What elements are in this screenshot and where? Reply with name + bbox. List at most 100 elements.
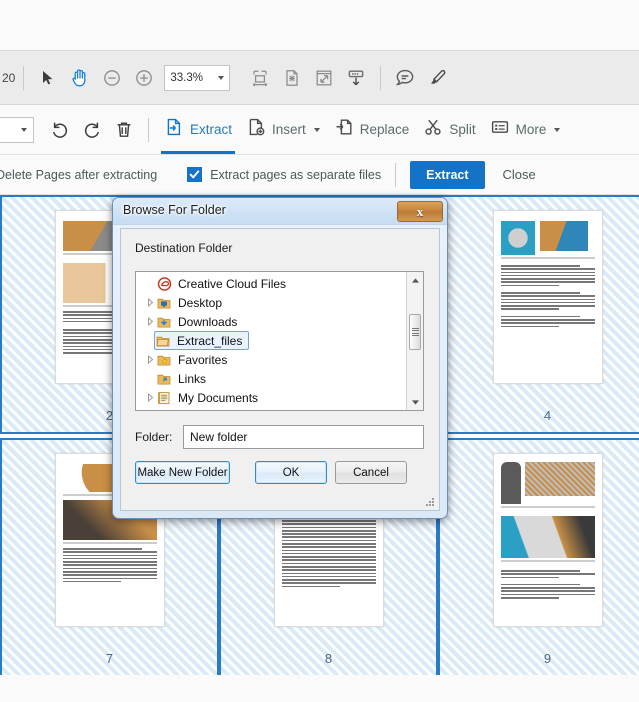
toolbar-divider-3 — [148, 117, 149, 142]
tree-item-links[interactable]: Links — [136, 369, 405, 388]
page-tool-replace[interactable]: Replace — [327, 106, 417, 154]
toolbar-divider-4 — [395, 162, 397, 187]
tree-item-label: Creative Cloud Files — [178, 276, 287, 291]
full-screen-icon[interactable] — [308, 62, 340, 94]
scroll-mode-icon[interactable] — [340, 62, 372, 94]
page-number-label: 9 — [543, 651, 552, 666]
more-list-icon — [490, 117, 510, 142]
page-tool-extract[interactable]: Extract — [157, 106, 239, 154]
page-tool-label: Insert — [272, 122, 306, 137]
folder-tree-scrollbar[interactable] — [406, 272, 423, 410]
destination-folder-label: Destination Folder — [135, 241, 233, 255]
zoom-out-icon[interactable] — [96, 62, 128, 94]
documents-folder-icon — [156, 390, 173, 405]
scissors-icon — [423, 117, 443, 142]
dialog-body: Destination Folder Creative Cloud Files — [120, 228, 440, 511]
page-tool-split[interactable]: Split — [416, 106, 482, 154]
tree-item-desktop[interactable]: Desktop — [136, 293, 405, 312]
separate-files-label: Extract pages as separate files — [210, 167, 382, 182]
separate-files-checkbox[interactable] — [187, 167, 203, 182]
tree-item-selection: Extract_files — [154, 331, 250, 350]
page-thumbnail[interactable]: 4 — [438, 195, 639, 434]
tree-item-my-documents[interactable]: My Documents — [136, 388, 405, 407]
tree-item-label: Downloads — [178, 314, 238, 329]
view-toolbar: 20 33.3% — [0, 51, 639, 105]
chevron-down-icon — [313, 127, 320, 132]
make-new-folder-button[interactable]: Make New Folder — [135, 461, 230, 484]
rotate-cw-icon[interactable] — [76, 114, 108, 146]
folder-name-row: Folder: — [135, 425, 424, 449]
page-preview — [492, 210, 603, 384]
dialog-title-bar[interactable]: Browse For Folder x — [113, 198, 447, 225]
delete-pages-after-extracting-label[interactable]: Delete Pages after extracting — [0, 168, 157, 182]
page-tool-insert[interactable]: Insert — [239, 106, 327, 154]
page-tool-label: Split — [449, 122, 476, 137]
page-tools-toolbar: Extract Insert Replace Split More — [0, 105, 639, 155]
chevron-down-icon — [554, 127, 561, 132]
folder-field-label: Folder: — [135, 430, 173, 444]
page-tool-label: More — [515, 122, 547, 137]
chevron-right-icon[interactable] — [144, 355, 156, 364]
folder-tree[interactable]: Creative Cloud Files Desktop Downloads E… — [135, 271, 424, 411]
zoom-level-select[interactable]: 33.3% — [164, 64, 231, 91]
folder-tree-list: Creative Cloud Files Desktop Downloads E… — [136, 274, 405, 407]
hand-tool-icon[interactable] — [64, 62, 96, 94]
page-tool-more[interactable]: More — [483, 106, 568, 154]
chevron-down-icon — [21, 127, 27, 132]
chevron-right-icon[interactable] — [144, 298, 156, 307]
insert-icon — [246, 117, 266, 142]
acrobat-page-organizer: 20 33.3% Extract Insert Replace Split Mo… — [0, 0, 639, 702]
zoom-level-value: 33.3% — [170, 71, 203, 84]
tree-item-label: My Documents — [178, 390, 259, 405]
extract-icon — [164, 117, 184, 142]
desktop-folder-icon — [156, 295, 173, 310]
page-tool-label: Replace — [359, 122, 410, 137]
tree-item-downloads[interactable]: Downloads — [136, 312, 405, 331]
extract-button[interactable]: Extract — [410, 160, 485, 189]
downloads-folder-icon — [156, 314, 173, 329]
page-tool-label: Extract — [190, 122, 233, 137]
dialog-button-row: Make New Folder OK Cancel — [135, 461, 424, 484]
select-tool-icon[interactable] — [32, 62, 64, 94]
dialog-title: Browse For Folder — [123, 203, 226, 217]
page-number-label: 7 — [105, 651, 114, 666]
highlight-icon[interactable] — [421, 62, 453, 94]
page-number-label: 4 — [543, 408, 552, 423]
chevron-down-icon — [218, 75, 225, 80]
trash-icon[interactable] — [108, 114, 140, 146]
chevron-right-icon[interactable] — [144, 393, 156, 402]
tree-item-creative-cloud-files[interactable]: Creative Cloud Files — [136, 274, 405, 293]
page-range-select[interactable] — [0, 116, 34, 143]
tree-item-label: Links — [178, 371, 207, 386]
page-number-fragment: 20 — [2, 70, 16, 85]
folder-name-input[interactable] — [183, 425, 424, 449]
tree-item-extract-files[interactable]: Extract_files — [136, 331, 405, 350]
page-number-label: 8 — [324, 651, 333, 666]
tree-item-favorites[interactable]: Favorites — [136, 350, 405, 369]
comment-icon[interactable] — [389, 62, 421, 94]
ok-button[interactable]: OK — [255, 461, 327, 484]
close-glyph: x — [416, 204, 424, 219]
creative-cloud-icon — [156, 276, 173, 291]
fit-page-icon[interactable] — [276, 62, 308, 94]
rotate-ccw-icon[interactable] — [44, 114, 76, 146]
extract-as-separate-files-row[interactable]: Extract pages as separate files — [187, 167, 381, 182]
page-thumbnail[interactable]: 9 — [438, 438, 639, 675]
toolbar-divider — [23, 65, 25, 90]
replace-icon — [334, 117, 354, 142]
tree-item-label: Desktop — [178, 295, 223, 310]
close-button[interactable]: Close — [503, 167, 536, 182]
scrollbar-thumb[interactable] — [409, 314, 421, 350]
browse-for-folder-dialog: Browse For Folder x Destination Folder C… — [112, 197, 448, 519]
scroll-up-icon[interactable] — [407, 272, 423, 288]
close-icon[interactable]: x — [397, 201, 443, 222]
zoom-in-icon[interactable] — [128, 62, 160, 94]
folder-icon — [155, 333, 172, 348]
tree-item-label: Favorites — [178, 352, 228, 367]
tree-item-label: Extract_files — [177, 333, 243, 348]
scroll-down-icon[interactable] — [407, 394, 423, 410]
resize-grip-icon[interactable] — [426, 498, 435, 507]
chevron-right-icon[interactable] — [144, 317, 156, 326]
cancel-button[interactable]: Cancel — [335, 461, 407, 484]
fit-width-icon[interactable] — [244, 62, 276, 94]
